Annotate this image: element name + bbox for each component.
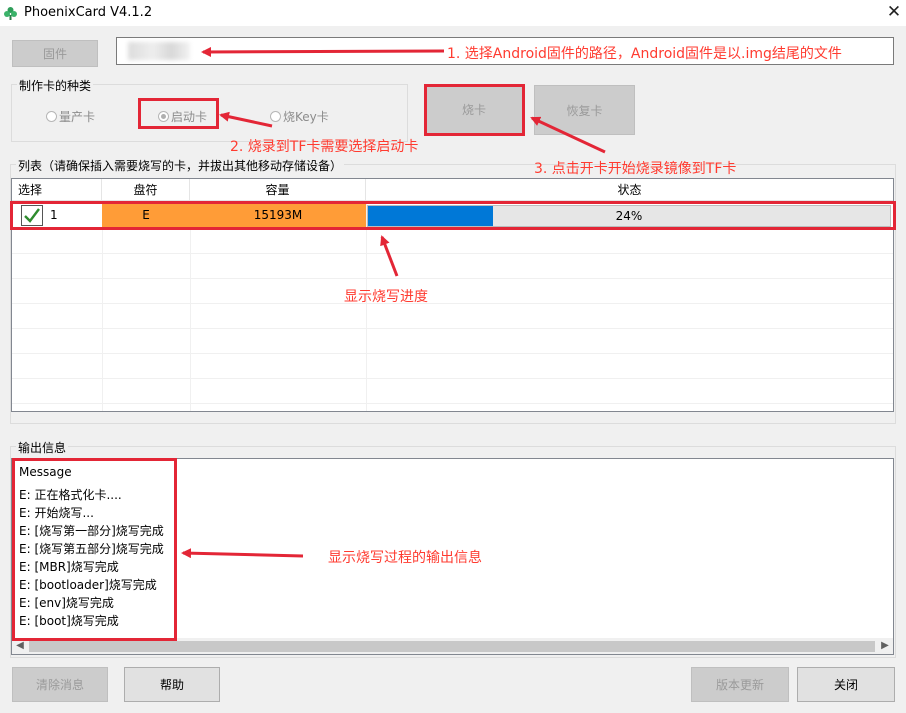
close-window-icon[interactable]: ✕ xyxy=(884,2,904,22)
radio-circle xyxy=(46,111,57,122)
grid-line xyxy=(102,201,103,411)
radio-circle xyxy=(270,111,281,122)
window-title: PhoenixCard V4.1.2 xyxy=(24,5,153,20)
radio-key-card[interactable]: 烧Key卡 xyxy=(270,108,329,125)
grid-line xyxy=(12,328,893,329)
grid-line xyxy=(12,253,893,254)
update-version-button[interactable]: 版本更新 xyxy=(691,667,789,702)
grid-line xyxy=(190,201,191,411)
highlight-output-messages xyxy=(12,458,177,641)
highlight-burn-button xyxy=(424,84,525,136)
grid-line xyxy=(12,403,893,404)
close-button[interactable]: 关闭 xyxy=(797,667,895,702)
grid-line xyxy=(12,278,893,279)
annotation-progress: 显示烧写进度 xyxy=(344,289,428,305)
annotation-output: 显示烧写过程的输出信息 xyxy=(328,550,482,566)
grid-line xyxy=(12,303,893,304)
annotation-boot-card: 2. 烧录到TF卡需要选择启动卡 xyxy=(230,139,419,155)
radio-label: 量产卡 xyxy=(59,110,96,124)
highlight-boot-card xyxy=(138,98,219,129)
card-type-group-label: 制作卡的种类 xyxy=(17,77,94,94)
firmware-button[interactable]: 固件 xyxy=(12,40,98,67)
highlight-progress-row xyxy=(10,201,896,230)
scroll-right-icon[interactable]: ▶ xyxy=(877,638,893,654)
grid-line xyxy=(12,353,893,354)
list-group-label: 列表（请确保插入需要烧写的卡，并拔出其他移动存储设备） xyxy=(16,157,345,174)
column-header-capacity[interactable]: 容量 xyxy=(190,179,366,201)
radio-mass-production[interactable]: 量产卡 xyxy=(46,108,95,125)
column-header-status[interactable]: 状态 xyxy=(366,179,893,201)
annotation-firmware-path: 1. 选择Android固件的路径，Android固件是以.img结尾的文件 xyxy=(447,46,842,62)
output-group-label: 输出信息 xyxy=(16,439,69,456)
grid-line xyxy=(366,201,367,411)
help-button[interactable]: 帮助 xyxy=(124,667,220,702)
column-header-select[interactable]: 选择 xyxy=(12,179,102,201)
grid-line xyxy=(12,378,893,379)
clear-messages-button[interactable]: 清除消息 xyxy=(12,667,108,702)
radio-label: 烧Key卡 xyxy=(283,110,329,124)
restore-card-button[interactable]: 恢复卡 xyxy=(534,85,635,135)
phoenix-app-icon xyxy=(4,7,17,20)
blurred-path-text xyxy=(128,42,190,60)
annotation-burn-button: 3. 点击开卡开始烧录镜像到TF卡 xyxy=(534,161,737,177)
column-header-drive[interactable]: 盘符 xyxy=(102,179,190,201)
scrollbar-thumb[interactable] xyxy=(29,641,875,652)
